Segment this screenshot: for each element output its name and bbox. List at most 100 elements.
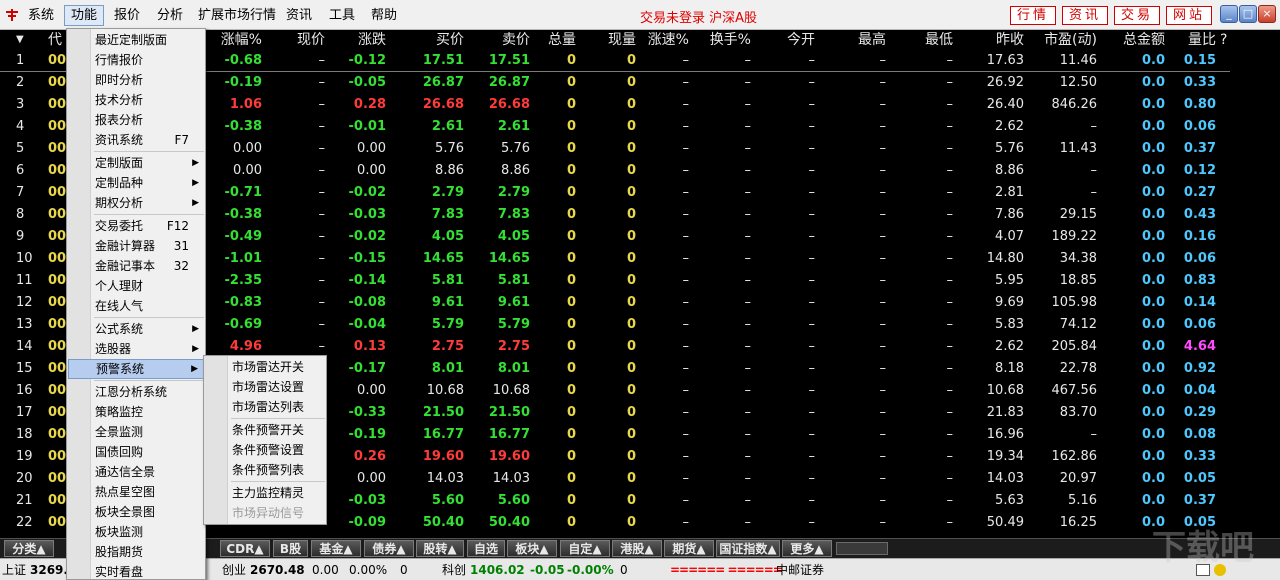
cell-spd: –	[644, 204, 689, 226]
menu-item[interactable]: 定制版面▶	[68, 153, 205, 173]
market-tab[interactable]: 板块▲	[507, 540, 557, 557]
market-tab[interactable]: 分类▲	[4, 540, 54, 557]
column-header[interactable]: 涨幅%	[210, 30, 262, 50]
menu-analysis[interactable]: 分析	[151, 5, 189, 26]
menu-item[interactable]: 资讯系统F7	[68, 130, 205, 150]
trade-quick-button[interactable]: 交易	[1114, 6, 1160, 25]
menu-item[interactable]: 行情报价	[68, 50, 205, 70]
submenu-item[interactable]: 市场雷达列表	[205, 397, 326, 417]
column-header[interactable]: 昨收	[984, 30, 1024, 50]
market-tab[interactable]: 国证指数▲	[716, 540, 780, 557]
submenu-item[interactable]: 主力监控精灵	[205, 483, 326, 503]
cell-pct: -0.38	[210, 204, 262, 226]
column-header[interactable]: 涨跌	[346, 30, 386, 50]
column-header[interactable]: 总金额	[1113, 30, 1165, 50]
market-tab[interactable]: 更多▲	[782, 540, 832, 557]
menu-item[interactable]: 全景监测	[68, 422, 205, 442]
menu-news[interactable]: 资讯	[280, 5, 318, 26]
column-header[interactable]: 总量	[541, 30, 576, 50]
cell-spd: –	[644, 182, 689, 204]
close-icon[interactable]: ×	[1258, 5, 1276, 23]
market-tab[interactable]: 期货▲	[664, 540, 714, 557]
cell-open: –	[780, 204, 815, 226]
column-header[interactable]: 涨速%	[644, 30, 689, 50]
news-quick-button[interactable]: 资讯	[1062, 6, 1108, 25]
menu-item[interactable]: 预警系统▶	[68, 359, 205, 379]
market-tab[interactable]: B股	[273, 540, 308, 557]
menu-item[interactable]: 在线人气	[68, 296, 205, 316]
menu-item[interactable]: 金融计算器31	[68, 236, 205, 256]
column-header[interactable]: 买价	[412, 30, 464, 50]
column-header[interactable]: 现量	[601, 30, 636, 50]
menu-item[interactable]: 公式系统▶	[68, 319, 205, 339]
market-tab[interactable]: 港股▲	[612, 540, 662, 557]
menu-item[interactable]: 期权分析▶	[68, 193, 205, 213]
cell-ask: 50.40	[478, 512, 530, 534]
submenu-item[interactable]: 条件预警列表	[205, 460, 326, 480]
tab-scrollbar[interactable]	[836, 542, 888, 555]
submenu-item[interactable]: 市场雷达设置	[205, 377, 326, 397]
cell-turn: –	[703, 204, 751, 226]
column-header[interactable]: 量比	[1181, 30, 1216, 50]
market-tab[interactable]: 股转▲	[416, 540, 464, 557]
column-header[interactable]: 换手%	[703, 30, 751, 50]
menu-item[interactable]: 个人理财	[68, 276, 205, 296]
submenu-item[interactable]: 市场雷达开关	[205, 357, 326, 377]
menu-item[interactable]: 选股器▶	[68, 339, 205, 359]
menu-quote[interactable]: 报价	[108, 5, 146, 26]
column-header[interactable]: 最低	[918, 30, 953, 50]
column-header[interactable]: 市盈(动)	[1037, 30, 1097, 50]
cell-high: –	[851, 402, 886, 424]
market-tab[interactable]: 基金▲	[311, 540, 361, 557]
cell-amt: 0.0	[1113, 204, 1165, 226]
menu-item[interactable]: 江恩分析系统	[68, 382, 205, 402]
cell-amt: 0.0	[1113, 336, 1165, 358]
menu-item[interactable]: 热点星空图	[68, 482, 205, 502]
maximize-icon[interactable]: □	[1239, 5, 1257, 23]
column-header[interactable]: 现价	[285, 30, 325, 50]
menu-item[interactable]: 最近定制版面	[68, 30, 205, 50]
cell-price: –	[285, 182, 325, 204]
menu-item-label: 报表分析	[95, 113, 143, 127]
cell-low: –	[918, 226, 953, 248]
column-header[interactable]: ?	[1220, 30, 1230, 50]
menu-tools[interactable]: 工具	[323, 5, 361, 26]
quote-quick-button[interactable]: 行情	[1010, 6, 1056, 25]
menu-item[interactable]: 交易委托F12	[68, 216, 205, 236]
menu-item[interactable]: 技术分析	[68, 90, 205, 110]
market-tab[interactable]: 债券▲	[364, 540, 414, 557]
menu-item[interactable]: 策略监控	[68, 402, 205, 422]
cell-prev: 10.68	[984, 380, 1024, 402]
market-tab[interactable]: CDR▲	[220, 540, 270, 557]
menu-function[interactable]: 功能	[64, 5, 104, 26]
menu-system[interactable]: 系统	[22, 5, 60, 26]
menu-item[interactable]: 板块全景图	[68, 502, 205, 522]
cell-turn: –	[703, 116, 751, 138]
sort-arrow-icon[interactable]: ▼	[16, 30, 24, 50]
menu-item[interactable]: 金融记事本32	[68, 256, 205, 276]
column-header[interactable]: 卖价	[478, 30, 530, 50]
column-header[interactable]: 最高	[851, 30, 886, 50]
minimize-icon[interactable]: _	[1220, 5, 1238, 23]
menu-item[interactable]: 国债回购	[68, 442, 205, 462]
menu-item[interactable]: 实时看盘	[68, 562, 205, 580]
menu-item[interactable]: 通达信全景	[68, 462, 205, 482]
submenu-item[interactable]: 条件预警开关	[205, 420, 326, 440]
menu-item[interactable]: 报表分析	[68, 110, 205, 130]
menu-item[interactable]: 定制品种▶	[68, 173, 205, 193]
cell-price: –	[285, 226, 325, 248]
menu-item[interactable]: 即时分析	[68, 70, 205, 90]
menu-item-label: 期权分析	[95, 196, 143, 210]
market-tab[interactable]: 自选	[467, 540, 505, 557]
column-header[interactable]: 今开	[780, 30, 815, 50]
cell-turn: –	[703, 380, 751, 402]
menu-help[interactable]: 帮助	[365, 5, 403, 26]
menu-extended-market[interactable]: 扩展市场行情	[192, 5, 282, 26]
cell-vol: 0	[541, 446, 576, 468]
website-quick-button[interactable]: 网站	[1166, 6, 1212, 25]
menu-item[interactable]: 股指期货	[68, 542, 205, 562]
market-tab[interactable]: 自定▲	[560, 540, 610, 557]
menu-item[interactable]: 板块监测	[68, 522, 205, 542]
menu-item-label: 板块监测	[95, 525, 143, 539]
submenu-item[interactable]: 条件预警设置	[205, 440, 326, 460]
